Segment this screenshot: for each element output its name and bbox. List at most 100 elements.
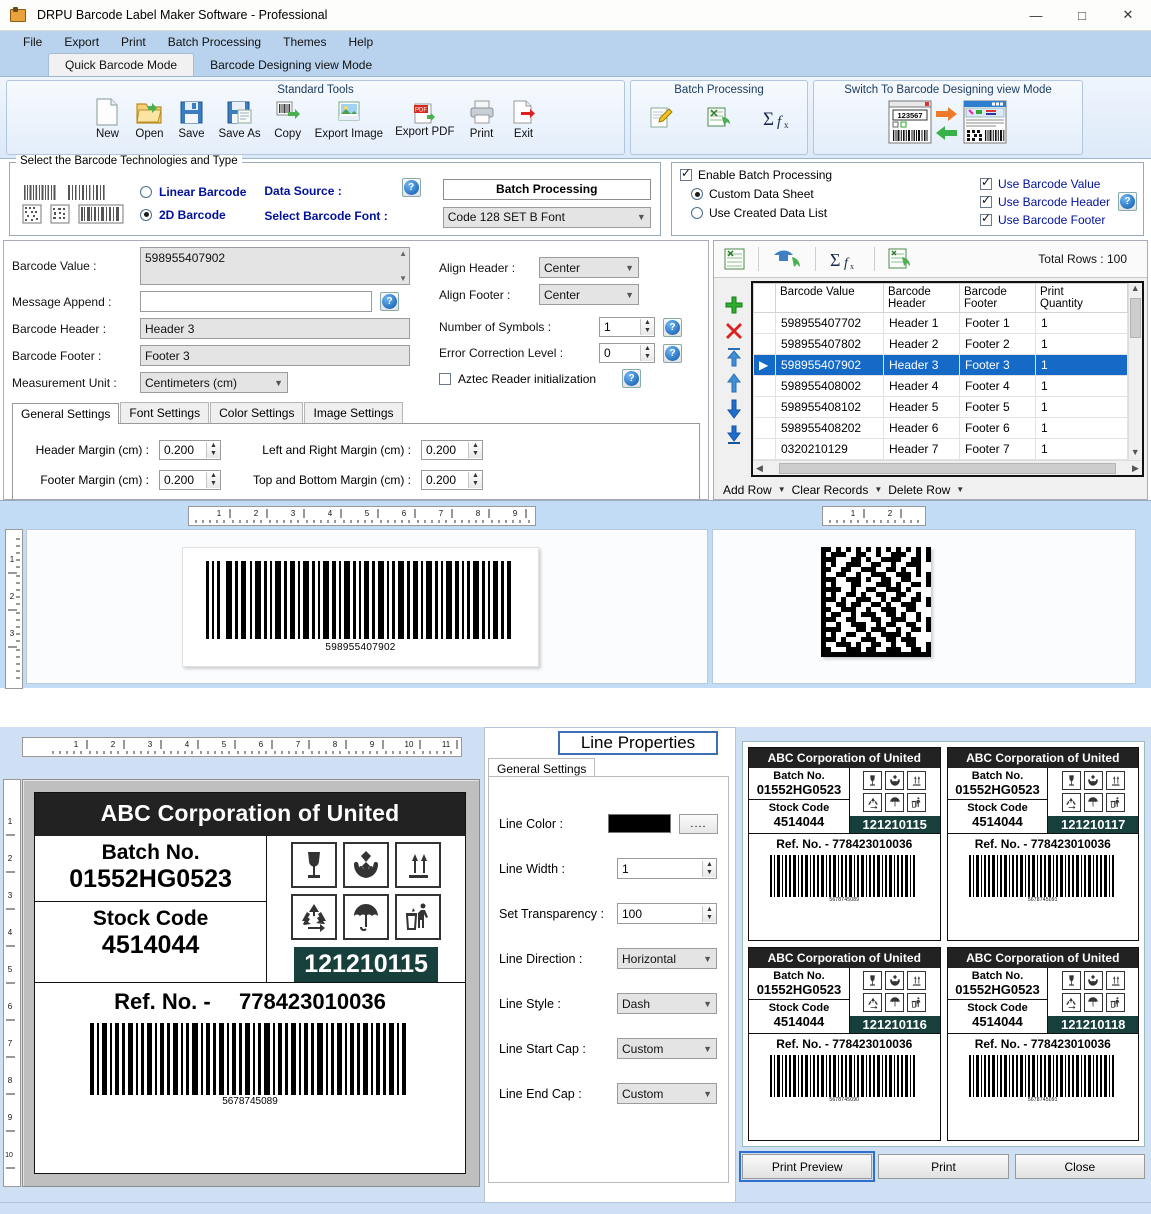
enable-batch-processing-checkbox[interactable]: Enable Batch Processing	[680, 166, 832, 182]
radio-2d-barcode[interactable]: 2D Barcode	[140, 208, 246, 222]
stepper-down-icon[interactable]: ▼	[469, 450, 482, 458]
print-preview-button[interactable]: Print Preview	[738, 1151, 876, 1182]
toolbar-copy-button[interactable]: Copy	[268, 97, 308, 140]
aztec-checkbox[interactable]	[439, 372, 451, 385]
stepper-up-icon[interactable]: ▲	[469, 442, 482, 450]
stepper-down-icon[interactable]: ▼	[641, 327, 654, 335]
batch-edit-sheet-button[interactable]	[641, 103, 681, 133]
delete-row-menu-button[interactable]: Delete Row	[885, 482, 953, 498]
scroll-down-icon[interactable]: ▼	[399, 274, 407, 283]
cell-barcode-value[interactable]: 598955408202	[775, 417, 884, 440]
linear-barcode-card[interactable]: 598955407902	[182, 547, 539, 667]
use-barcode-header-checkbox[interactable]: Use Barcode Header	[979, 193, 1110, 209]
toolbar-print-button[interactable]: Print	[462, 97, 502, 140]
align-header-select[interactable]: Center ▼	[539, 257, 639, 278]
grid-horizontal-scrollbar[interactable]: ◀ ▶	[753, 460, 1142, 476]
print-preview-label[interactable]: ABC Corporation of United Batch No. 0155…	[748, 947, 941, 1141]
stepper-up-icon[interactable]: ▲	[469, 472, 482, 480]
line-style-select[interactable]: Dash ▼	[617, 993, 717, 1014]
line-start-cap-select[interactable]: Custom ▼	[617, 1038, 717, 1059]
barcode-value-input[interactable]: 598955407902 ▲ ▼	[140, 247, 410, 285]
line-color-swatch[interactable]	[608, 814, 672, 833]
cell-print-quantity[interactable]: 1	[1035, 396, 1128, 419]
add-row-menu-button[interactable]: Add Row	[720, 482, 775, 498]
stepper-down-icon[interactable]: ▼	[207, 480, 220, 488]
sum-function-button[interactable]: Σfx	[824, 247, 866, 271]
radio-linear-barcode[interactable]: Linear Barcode	[140, 185, 246, 199]
number-of-symbols-help-button[interactable]: ?	[663, 317, 682, 337]
scroll-right-icon[interactable]: ▶	[1129, 463, 1142, 474]
cell-barcode-value[interactable]: 598955407802	[775, 333, 884, 356]
batch-import-sheet-button[interactable]	[699, 103, 739, 133]
menu-file[interactable]: File	[12, 32, 53, 52]
barcode-font-select[interactable]: Code 128 SET B Font ▼	[442, 206, 651, 228]
cell-barcode-header[interactable]: Header 2	[883, 333, 960, 356]
close-button[interactable]: Close	[1014, 1154, 1145, 1179]
maximize-button[interactable]: □	[1059, 0, 1105, 31]
stepper-down-icon[interactable]: ▼	[703, 869, 716, 877]
close-button[interactable]: ✕	[1105, 0, 1151, 31]
toolbar-save-button[interactable]: Save	[171, 97, 211, 140]
cell-barcode-footer[interactable]: Footer 1	[959, 312, 1036, 335]
cell-print-quantity[interactable]: 1	[1035, 375, 1128, 398]
transparency-stepper[interactable]: 100 ▲ ▼	[617, 903, 717, 924]
menu-help[interactable]: Help	[337, 32, 384, 52]
table-row[interactable]: 598955408202 Header 6 Footer 61	[753, 417, 1128, 440]
chevron-down-icon[interactable]: ▼	[778, 485, 786, 494]
stepper-down-icon[interactable]: ▼	[703, 914, 716, 922]
stepper-down-icon[interactable]: ▼	[641, 353, 654, 361]
print-preview-label[interactable]: ABC Corporation of United Batch No. 0155…	[946, 747, 1139, 941]
tab-general-settings[interactable]: General Settings	[12, 403, 120, 424]
chevron-down-icon[interactable]: ▼	[874, 485, 882, 494]
scroll-up-icon[interactable]: ▲	[399, 249, 407, 258]
table-row[interactable]: 598955407802 Header 2 Footer 21	[753, 333, 1128, 356]
menu-print[interactable]: Print	[110, 32, 157, 52]
cell-barcode-header[interactable]: Header 3	[883, 354, 960, 377]
cell-barcode-value[interactable]: 598955407702	[775, 312, 884, 335]
print-button[interactable]: Print	[878, 1154, 1009, 1179]
column-barcode-value[interactable]: Barcode Value	[775, 283, 884, 314]
tb-margin-stepper[interactable]: 0.200 ▲ ▼	[421, 470, 483, 490]
footer-margin-stepper[interactable]: 0.200 ▲ ▼	[159, 470, 221, 490]
tab-barcode-designing-view-mode[interactable]: Barcode Designing view Mode	[194, 54, 388, 76]
grid-vertical-scrollbar[interactable]: ▲ ▼	[1127, 283, 1142, 461]
cell-print-quantity[interactable]: 1	[1035, 438, 1128, 461]
tab-color-settings[interactable]: Color Settings	[210, 402, 304, 423]
cell-barcode-value[interactable]: 598955408002	[775, 375, 884, 398]
header-margin-stepper[interactable]: 0.200 ▲ ▼	[159, 440, 221, 460]
menu-batch-processing[interactable]: Batch Processing	[157, 32, 272, 52]
minimize-button[interactable]: —	[1013, 0, 1059, 31]
column-barcode-footer[interactable]: Barcode Footer	[959, 283, 1036, 314]
toolbar-new-button[interactable]: New	[87, 97, 127, 140]
cell-barcode-value[interactable]: 0320210129	[775, 438, 884, 461]
radio-use-created-data-list[interactable]: Use Created Data List	[680, 206, 832, 220]
batch-help-button[interactable]: ?	[1118, 192, 1137, 211]
print-preview-label[interactable]: ABC Corporation of United Batch No. 0155…	[748, 747, 941, 941]
cell-barcode-header[interactable]: Header 5	[883, 396, 960, 419]
cell-print-quantity[interactable]: 1	[1035, 354, 1128, 377]
clear-records-menu-button[interactable]: Clear Records	[789, 482, 872, 498]
toolbar-save-as-button[interactable]: Save As	[213, 97, 265, 140]
aztec-help-button[interactable]: ?	[622, 369, 642, 388]
line-direction-select[interactable]: Horizontal ▼	[617, 948, 717, 969]
label-preview[interactable]: ABC Corporation of United Batch No. 0155…	[34, 792, 466, 1174]
cell-barcode-header[interactable]: Header 1	[883, 312, 960, 335]
import-data-button[interactable]	[767, 247, 807, 271]
stepper-up-icon[interactable]: ▲	[207, 442, 220, 450]
lr-margin-stepper[interactable]: 0.200 ▲ ▼	[421, 440, 483, 460]
tab-quick-barcode-mode[interactable]: Quick Barcode Mode	[48, 53, 195, 76]
stepper-down-icon[interactable]: ▼	[207, 450, 220, 458]
batch-processing-button[interactable]: Batch Processing	[442, 178, 651, 200]
cell-barcode-footer[interactable]: Footer 3	[959, 354, 1036, 377]
stepper-up-icon[interactable]: ▲	[207, 472, 220, 480]
cell-barcode-header[interactable]: Header 6	[883, 417, 960, 440]
column-print-quantity[interactable]: Print Quantity	[1035, 283, 1128, 314]
scroll-down-icon[interactable]: ▼	[1131, 447, 1140, 460]
cell-barcode-footer[interactable]: Footer 6	[959, 417, 1036, 440]
table-row-selected[interactable]: ▶ 598955407902 Header 3 Footer 31	[753, 354, 1128, 377]
use-barcode-value-checkbox[interactable]: Use Barcode Value	[979, 175, 1110, 191]
toolbar-exit-button[interactable]: Exit	[504, 97, 544, 140]
batch-sum-function-button[interactable]: Σfx	[757, 103, 797, 133]
data-source-help-button[interactable]: ?	[401, 178, 421, 197]
chevron-down-icon[interactable]: ▼	[956, 485, 964, 494]
